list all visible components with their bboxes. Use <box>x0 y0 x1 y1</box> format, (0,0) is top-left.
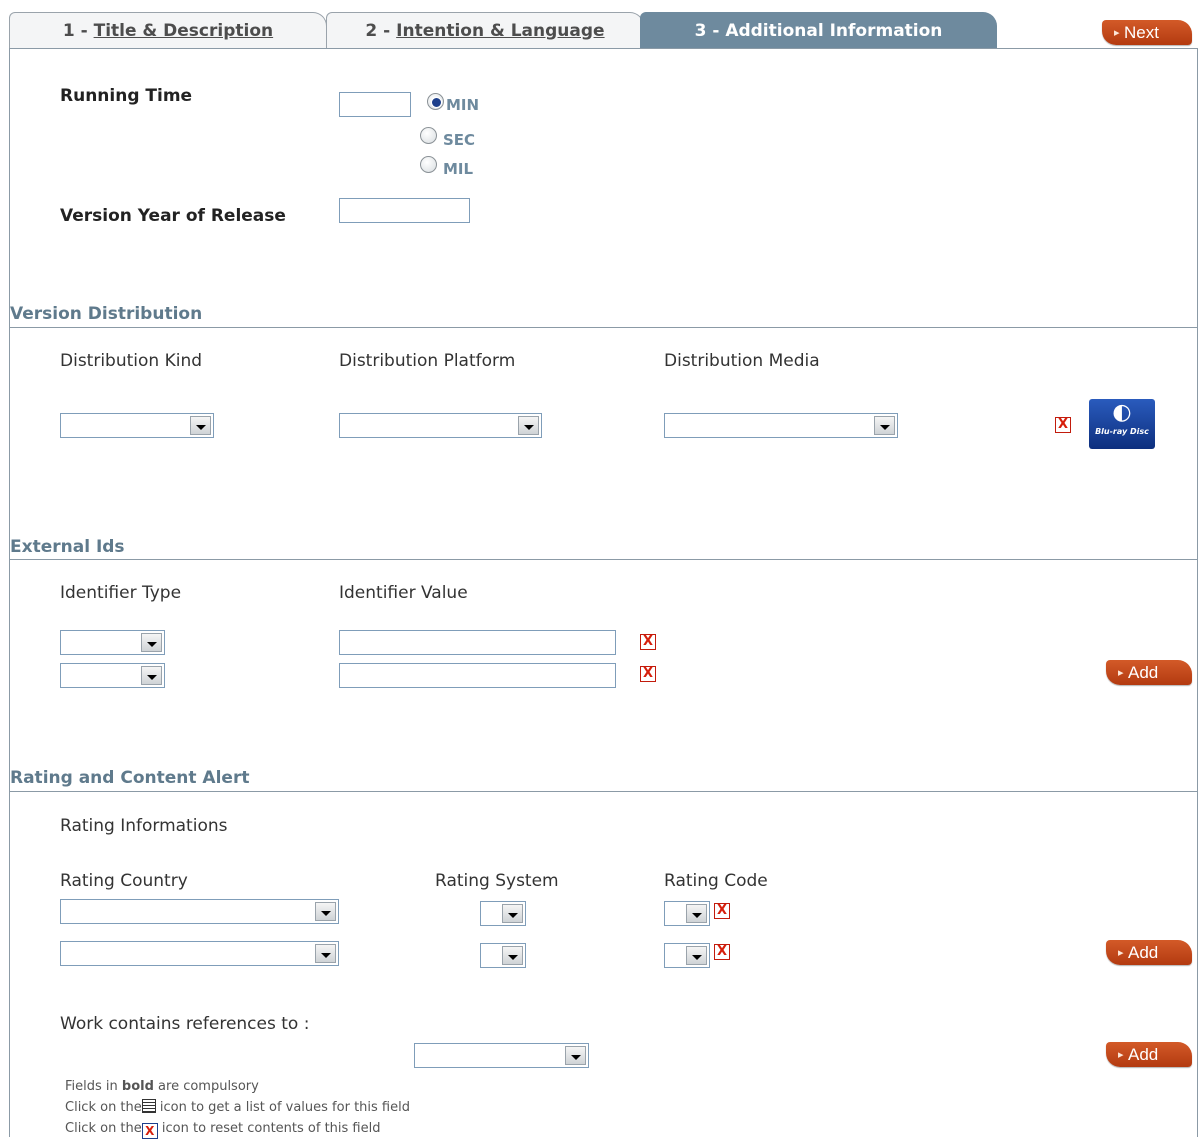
identifier-type-select[interactable] <box>60 663 165 688</box>
version-year-label: Version Year of Release <box>60 206 286 226</box>
rating-title: Rating and Content Alert <box>10 768 250 788</box>
chevron-down-icon <box>190 416 211 435</box>
reset-rating-icon[interactable]: X <box>714 944 730 960</box>
tab-additional-information[interactable]: 3 - Additional Information <box>640 12 997 48</box>
chevron-down-icon <box>315 902 336 921</box>
tab-label: Additional Information <box>725 20 943 41</box>
distribution-platform-label: Distribution Platform <box>339 351 516 371</box>
identifier-value-input[interactable] <box>339 630 616 655</box>
tab-label[interactable]: Intention & Language <box>396 21 604 41</box>
rating-country-select[interactable] <box>60 941 339 966</box>
running-time-label: Running Time <box>60 86 193 106</box>
tab-label[interactable]: Title & Description <box>94 21 274 41</box>
rating-code-select[interactable] <box>664 901 710 926</box>
distribution-kind-label: Distribution Kind <box>60 351 203 371</box>
footnote-reset: Click on the X icon to reset contents of … <box>65 1118 410 1139</box>
mil-radio[interactable] <box>420 156 437 173</box>
bluray-logo-text: Blu-ray Disc <box>1095 427 1149 436</box>
section-divider <box>9 559 1198 560</box>
tab-number: 2 - <box>365 20 391 41</box>
chevron-down-icon <box>686 904 707 923</box>
chevron-down-icon <box>874 416 895 435</box>
add-identifier-button[interactable]: Add <box>1106 660 1192 685</box>
tab-number: 3 - <box>694 20 720 41</box>
rating-code-label: Rating Code <box>664 871 768 891</box>
footnote-text: Fields in <box>65 1079 122 1094</box>
footnote-bold: Fields in bold are compulsory <box>65 1076 410 1097</box>
tab-intention-language[interactable]: 2 - Intention & Language <box>326 12 644 48</box>
rating-country-label: Rating Country <box>60 871 188 891</box>
reset-distribution-icon[interactable]: X <box>1055 417 1071 433</box>
reset-identifier-icon[interactable]: X <box>640 666 656 682</box>
rating-system-label: Rating System <box>435 871 559 891</box>
chevron-down-icon <box>565 1046 586 1065</box>
frame-left-border <box>9 48 10 1137</box>
min-radio[interactable] <box>427 93 444 110</box>
min-radio-label: MIN <box>446 96 480 114</box>
chevron-down-icon <box>141 666 162 685</box>
version-year-input[interactable] <box>339 198 470 223</box>
rating-system-select[interactable] <box>480 943 526 968</box>
footnote-text: icon to reset contents of this field <box>157 1121 381 1136</box>
footnote-list: Click on the icon to get a list of value… <box>65 1097 410 1118</box>
sec-radio-label: SEC <box>443 131 476 149</box>
tab-number: 1 - <box>62 20 88 41</box>
references-select[interactable] <box>414 1043 589 1068</box>
references-label: Work contains references to : <box>60 1014 310 1034</box>
section-divider <box>9 791 1198 792</box>
rating-system-select[interactable] <box>480 901 526 926</box>
chevron-down-icon <box>141 633 162 652</box>
sec-radio[interactable] <box>420 127 437 144</box>
rating-informations-label: Rating Informations <box>60 816 228 836</box>
add-label: Add <box>1128 942 1159 962</box>
chevron-down-icon <box>686 946 707 965</box>
add-label: Add <box>1128 1044 1159 1064</box>
identifier-type-select[interactable] <box>60 630 165 655</box>
chevron-down-icon <box>502 946 523 965</box>
version-distribution-title: Version Distribution <box>10 304 203 324</box>
next-label: Next <box>1124 22 1159 42</box>
identifier-type-label: Identifier Type <box>60 583 182 603</box>
reset-rating-icon[interactable]: X <box>714 903 730 919</box>
tab-title-description[interactable]: 1 - Title & Description <box>9 12 327 48</box>
section-divider <box>9 327 1198 328</box>
rating-country-select[interactable] <box>60 899 339 924</box>
distribution-media-select[interactable] <box>664 413 898 438</box>
identifier-value-input[interactable] <box>339 663 616 688</box>
mil-radio-label: MIL <box>443 160 474 178</box>
bluray-logo: ◐ Blu-ray Disc <box>1089 399 1155 449</box>
distribution-media-label: Distribution Media <box>664 351 820 371</box>
footnote-bold-word: bold <box>121 1079 154 1094</box>
footnote-text: Click on the <box>65 1100 142 1115</box>
frame-top-border <box>9 48 1198 49</box>
chevron-down-icon <box>502 904 523 923</box>
chevron-down-icon <box>315 944 336 963</box>
add-rating-button[interactable]: Add <box>1106 940 1192 965</box>
next-button[interactable]: Next <box>1102 20 1192 45</box>
distribution-platform-select[interactable] <box>339 413 542 438</box>
footnote-text: are compulsory <box>153 1079 259 1094</box>
identifier-value-label: Identifier Value <box>339 583 468 603</box>
reset-identifier-icon[interactable]: X <box>640 634 656 650</box>
footnote-text: icon to get a list of values for this fi… <box>155 1100 410 1115</box>
chevron-down-icon <box>518 416 539 435</box>
list-icon <box>141 1099 156 1113</box>
distribution-kind-select[interactable] <box>60 413 214 438</box>
disc-icon: ◐ <box>1112 400 1132 425</box>
add-reference-button[interactable]: Add <box>1106 1042 1192 1067</box>
add-label: Add <box>1128 662 1159 682</box>
footnotes: Fields in bold are compulsory Click on t… <box>65 1076 410 1139</box>
external-ids-title: External Ids <box>10 537 125 557</box>
rating-code-select[interactable] <box>664 943 710 968</box>
running-time-input[interactable] <box>339 92 411 117</box>
footnote-text: Click on the <box>65 1121 142 1136</box>
